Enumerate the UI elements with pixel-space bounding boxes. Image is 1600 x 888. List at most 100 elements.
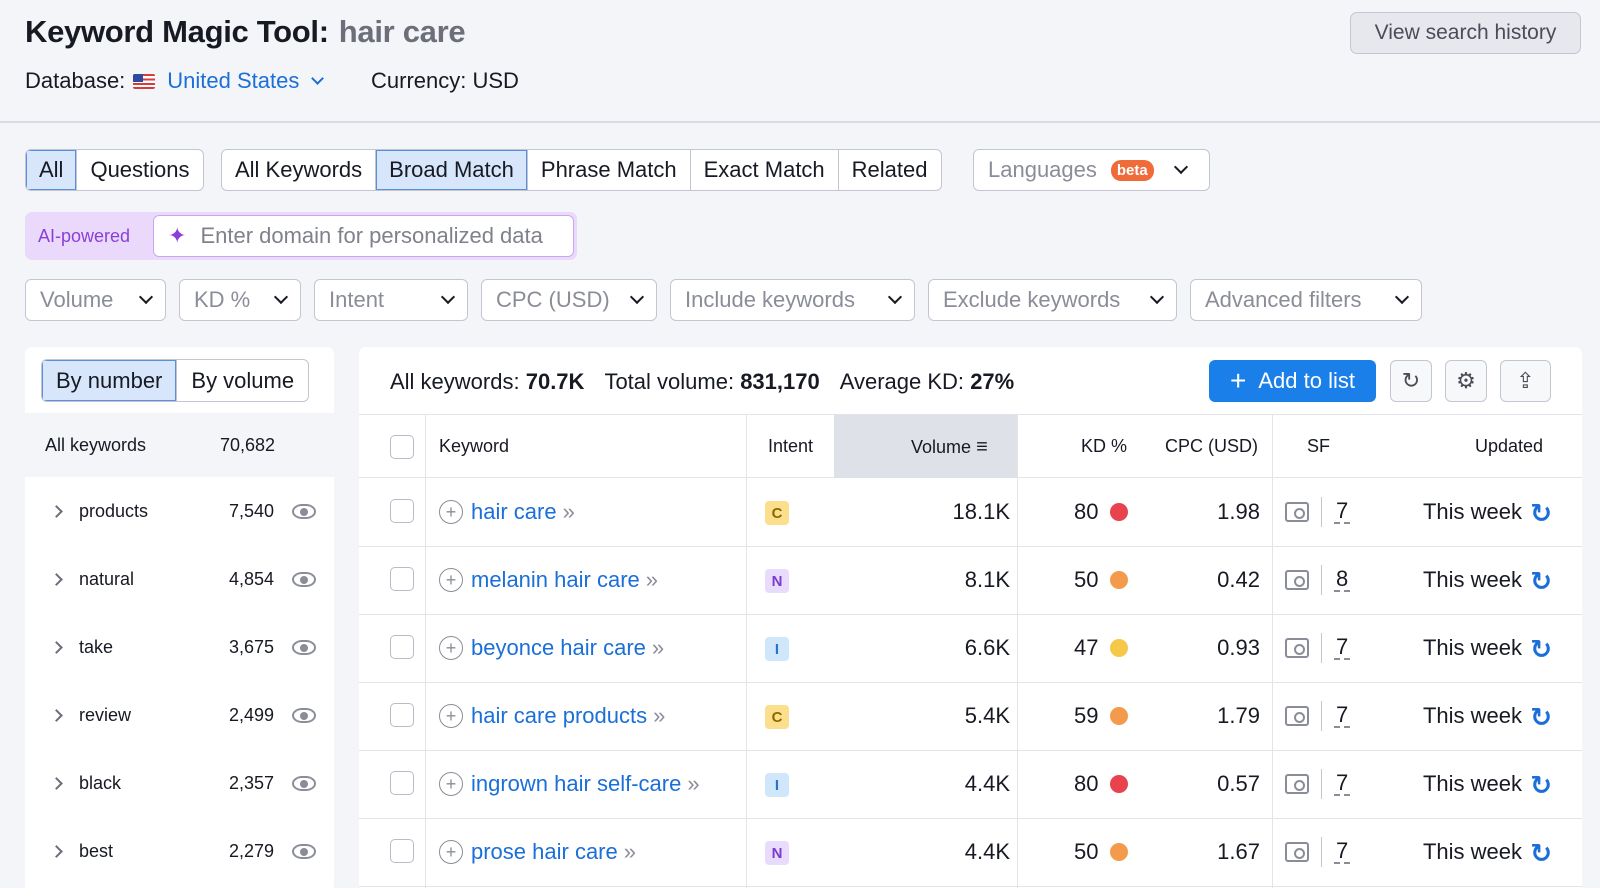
eye-icon[interactable] xyxy=(292,707,316,723)
refresh-icon[interactable]: ↻ xyxy=(1530,770,1552,801)
chevron-right-icon[interactable] xyxy=(50,504,63,518)
serp-icon[interactable] xyxy=(1285,774,1309,794)
filter-cpc[interactable]: CPC (USD) xyxy=(481,279,657,321)
column-cpc[interactable]: CPC (USD) xyxy=(1165,436,1258,457)
chevron-right-icon[interactable] xyxy=(50,708,63,722)
chevron-right-icon[interactable] xyxy=(50,776,63,790)
database-dropdown[interactable]: United States xyxy=(133,68,325,94)
tab-by-volume[interactable]: By volume xyxy=(177,360,308,401)
serp-features-count[interactable]: 7 xyxy=(1334,704,1351,728)
view-search-history-button[interactable]: View search history xyxy=(1350,12,1581,54)
add-keyword-icon[interactable]: + xyxy=(439,636,463,660)
double-chevron-icon[interactable]: » xyxy=(653,703,666,729)
double-chevron-icon[interactable]: » xyxy=(646,567,659,593)
cpc-value: 0.42 xyxy=(1217,567,1260,592)
row-checkbox[interactable] xyxy=(390,499,414,523)
eye-icon[interactable] xyxy=(292,843,316,859)
double-chevron-icon[interactable]: » xyxy=(563,499,576,525)
row-checkbox[interactable] xyxy=(390,839,414,863)
column-sf[interactable]: SF xyxy=(1307,436,1330,457)
column-kd[interactable]: KD % xyxy=(1081,436,1127,457)
export-button[interactable]: ⇪ xyxy=(1500,360,1551,402)
filter-intent[interactable]: Intent xyxy=(314,279,468,321)
chevron-right-icon[interactable] xyxy=(50,844,63,858)
eye-icon[interactable] xyxy=(292,775,316,791)
eye-icon[interactable] xyxy=(292,639,316,655)
select-all-checkbox[interactable] xyxy=(390,435,414,459)
serp-features-count[interactable]: 8 xyxy=(1334,568,1351,592)
row-checkbox[interactable] xyxy=(390,635,414,659)
double-chevron-icon[interactable]: » xyxy=(652,635,665,661)
refresh-icon[interactable]: ↻ xyxy=(1530,702,1552,733)
add-keyword-icon[interactable]: + xyxy=(439,568,463,592)
eye-icon[interactable] xyxy=(292,571,316,587)
double-chevron-icon[interactable]: » xyxy=(624,839,637,865)
filter-kd[interactable]: KD % xyxy=(179,279,301,321)
group-item[interactable]: review 2,499 xyxy=(25,681,334,749)
filter-include-keywords[interactable]: Include keywords xyxy=(670,279,915,321)
add-keyword-icon[interactable]: + xyxy=(439,704,463,728)
chevron-right-icon[interactable] xyxy=(50,640,63,654)
tab-by-number[interactable]: By number xyxy=(42,360,178,401)
question-filter-tabs: All Questions xyxy=(25,149,204,191)
group-item[interactable]: natural 4,854 xyxy=(25,545,334,613)
serp-features-count[interactable]: 7 xyxy=(1334,636,1351,660)
serp-features-count[interactable]: 7 xyxy=(1334,840,1351,864)
column-volume[interactable]: Volume ≡ xyxy=(911,436,988,459)
us-flag-icon xyxy=(133,73,156,89)
add-keyword-icon[interactable]: + xyxy=(439,772,463,796)
keyword-link[interactable]: ingrown hair self-care xyxy=(471,771,681,797)
tab-exact-match[interactable]: Exact Match xyxy=(691,150,839,190)
add-to-list-button[interactable]: + Add to list xyxy=(1209,360,1376,402)
domain-input[interactable]: ✦ Enter domain for personalized data xyxy=(153,215,574,257)
sparkle-icon: ✦ xyxy=(168,223,187,248)
keyword-link[interactable]: prose hair care xyxy=(471,839,618,865)
tab-phrase-match[interactable]: Phrase Match xyxy=(528,150,691,190)
group-item[interactable]: black 2,357 xyxy=(25,749,334,817)
refresh-icon[interactable]: ↻ xyxy=(1530,634,1552,665)
filter-exclude-keywords[interactable]: Exclude keywords xyxy=(928,279,1177,321)
serp-icon[interactable] xyxy=(1285,638,1309,658)
keyword-link[interactable]: melanin hair care xyxy=(471,567,640,593)
summary-value: 70.7K xyxy=(525,369,585,394)
serp-features-count[interactable]: 7 xyxy=(1334,772,1351,796)
keyword-link[interactable]: hair care products xyxy=(471,703,647,729)
tab-questions[interactable]: Questions xyxy=(77,150,202,190)
row-checkbox[interactable] xyxy=(390,567,414,591)
kd-difficulty-dot xyxy=(1110,571,1129,589)
all-keywords-row[interactable]: All keywords 70,682 xyxy=(25,413,334,477)
tab-related[interactable]: Related xyxy=(839,150,941,190)
group-item[interactable]: take 3,675 xyxy=(25,613,334,681)
tab-broad-match[interactable]: Broad Match xyxy=(376,150,528,190)
refresh-icon[interactable]: ↻ xyxy=(1530,566,1552,597)
group-item[interactable]: best 2,279 xyxy=(25,817,334,885)
row-checkbox[interactable] xyxy=(390,703,414,727)
serp-icon[interactable] xyxy=(1285,502,1309,522)
keyword-link[interactable]: beyonce hair care xyxy=(471,635,646,661)
refresh-icon[interactable]: ↻ xyxy=(1530,498,1552,529)
add-keyword-icon[interactable]: + xyxy=(439,840,463,864)
settings-button[interactable]: ⚙ xyxy=(1445,360,1487,402)
column-keyword[interactable]: Keyword xyxy=(439,436,509,457)
languages-dropdown[interactable]: Languages beta xyxy=(973,149,1210,191)
filter-volume[interactable]: Volume xyxy=(25,279,166,321)
column-intent[interactable]: Intent xyxy=(768,436,813,457)
column-updated[interactable]: Updated xyxy=(1475,436,1543,457)
serp-icon[interactable] xyxy=(1285,842,1309,862)
serp-icon[interactable] xyxy=(1285,706,1309,726)
eye-icon[interactable] xyxy=(292,503,316,519)
filter-advanced[interactable]: Advanced filters xyxy=(1190,279,1422,321)
row-checkbox[interactable] xyxy=(390,771,414,795)
chevron-right-icon[interactable] xyxy=(50,572,63,586)
tab-all-keywords[interactable]: All Keywords xyxy=(222,150,377,190)
group-item[interactable]: products 7,540 xyxy=(25,477,334,545)
serp-features-count[interactable]: 7 xyxy=(1334,500,1351,524)
refresh-icon[interactable]: ↻ xyxy=(1530,838,1552,869)
refresh-button[interactable]: ↻ xyxy=(1390,360,1432,402)
keyword-link[interactable]: hair care xyxy=(471,499,557,525)
double-chevron-icon[interactable]: » xyxy=(687,771,700,797)
add-keyword-icon[interactable]: + xyxy=(439,500,463,524)
serp-icon[interactable] xyxy=(1285,570,1309,590)
tab-all[interactable]: All xyxy=(26,150,78,190)
match-type-tabs: All Keywords Broad Match Phrase Match Ex… xyxy=(221,149,942,191)
